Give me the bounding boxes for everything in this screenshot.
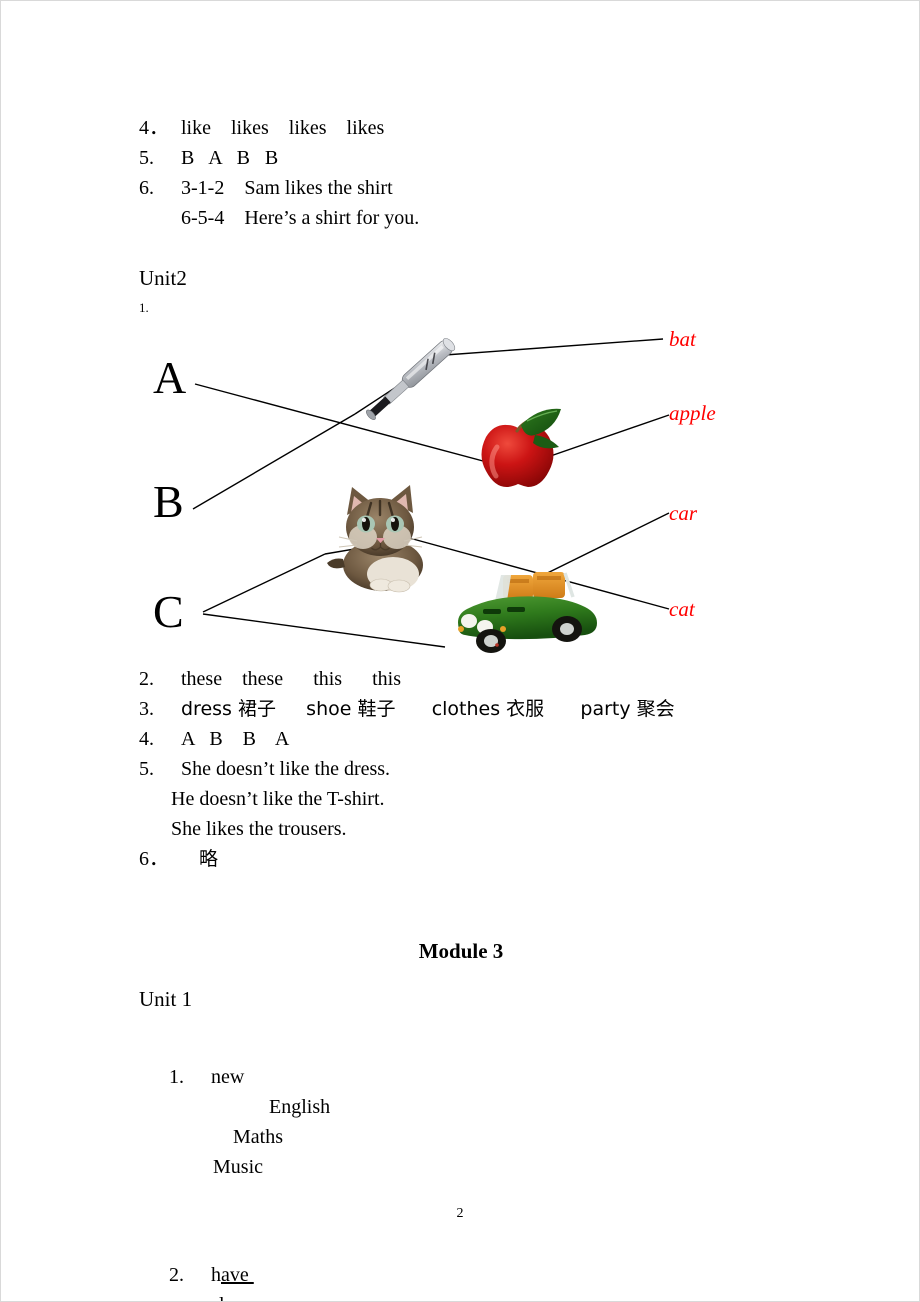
answer-word-please: please [209,1294,259,1301]
document-page: 4． like likes likes likes 5. B A B B 6. 3-1… [0,0,920,1302]
answer-number: 5. [139,758,154,780]
answer-line: 6-5-4 Here’s a shirt for you. [139,203,799,233]
answer-line: 4． like likes likes likes [139,113,799,143]
answer-number: 6． [139,848,169,870]
answer-number: 5. [139,147,154,169]
answer-text: A B B A [181,728,290,750]
answer-text: He doesn’t like the T-shirt. [171,788,385,810]
answer-word: English [269,1096,331,1118]
matching-word-car[interactable]: car [669,503,697,524]
answer-number: 3. [139,698,154,720]
answer-line: 3. dress 裙子 shoe 鞋子 clothes 衣服 party 聚会 [139,694,799,724]
answer-number: 1. [169,1066,184,1088]
answer-number: 2. [169,1264,184,1286]
apple-image [461,395,571,495]
matching-letter-c[interactable]: C [153,589,184,635]
module3-unit1-heading: Unit 1 [139,987,193,1011]
answer-text: 3-1-2 Sam likes the shirt [181,177,393,199]
answer-line: 5. She doesn’t like the dress. [139,754,799,784]
module3-heading: Module 3 [418,939,504,963]
answer-text: B A B B [181,147,279,169]
answer-word-have: have [211,1264,254,1286]
matching-exercise-diagram: A B C bat apple car cat [145,317,745,662]
answer-line: 4. A B B A [139,724,799,754]
answer-text: these these this this [181,668,401,690]
unit2-heading: Unit2 [139,266,187,290]
answer-line: 6. 3-1-2 Sam likes the shirt [139,173,799,203]
matching-letter-a[interactable]: A [153,355,186,401]
matching-word-cat[interactable]: cat [669,599,695,620]
answer-text: She doesn’t like the dress. [181,758,391,780]
page-content: 4． like likes likes likes 5. B A B B 6. 3-1… [139,1,799,1301]
matching-word-apple[interactable]: apple [669,403,716,424]
answer-number: 4. [139,728,154,750]
answer-line: He doesn’t like the T-shirt. [139,784,799,814]
answer-text: 6-5-4 Here’s a shirt for you. [181,207,420,229]
module3-answer-line-2: 2.have please new we play [139,1230,799,1301]
matching-word-bat[interactable]: bat [669,329,696,350]
answer-number: 2. [139,668,154,690]
answer-number: 6. [139,177,154,199]
answer-text: 略 [199,848,219,870]
module3-answer-line-1: 1. new English Maths Music [139,1032,799,1212]
answer-text: She likes the trousers. [171,818,347,840]
matching-letter-b[interactable]: B [153,479,184,525]
page-number: 2 [456,1206,464,1221]
answer-line: She likes the trousers. [139,814,799,844]
answer-text: like likes likes likes [181,117,385,139]
toy-car-image [445,557,605,657]
baseball-bat-image [345,319,475,439]
answer-word: Music [213,1156,263,1178]
answer-word: new [211,1066,245,1088]
answer-word: Maths [233,1126,283,1148]
kitten-image [321,479,441,597]
unit2-exercise-1-number: 1. [139,300,149,315]
answer-text: dress 裙子 shoe 鞋子 clothes 衣服 party 聚会 [181,698,675,720]
answer-line: 6． 略 [139,844,799,874]
unit2-answers-block: 2. these these this this 3. dress 裙子 shoe … [139,664,799,874]
answer-number: 4． [139,117,169,139]
answers-block-top: 4． like likes likes likes 5. B A B B 6. 3-1… [139,113,799,233]
answer-line: 5. B A B B [139,143,799,173]
answer-line: 2. these these this this [139,664,799,694]
